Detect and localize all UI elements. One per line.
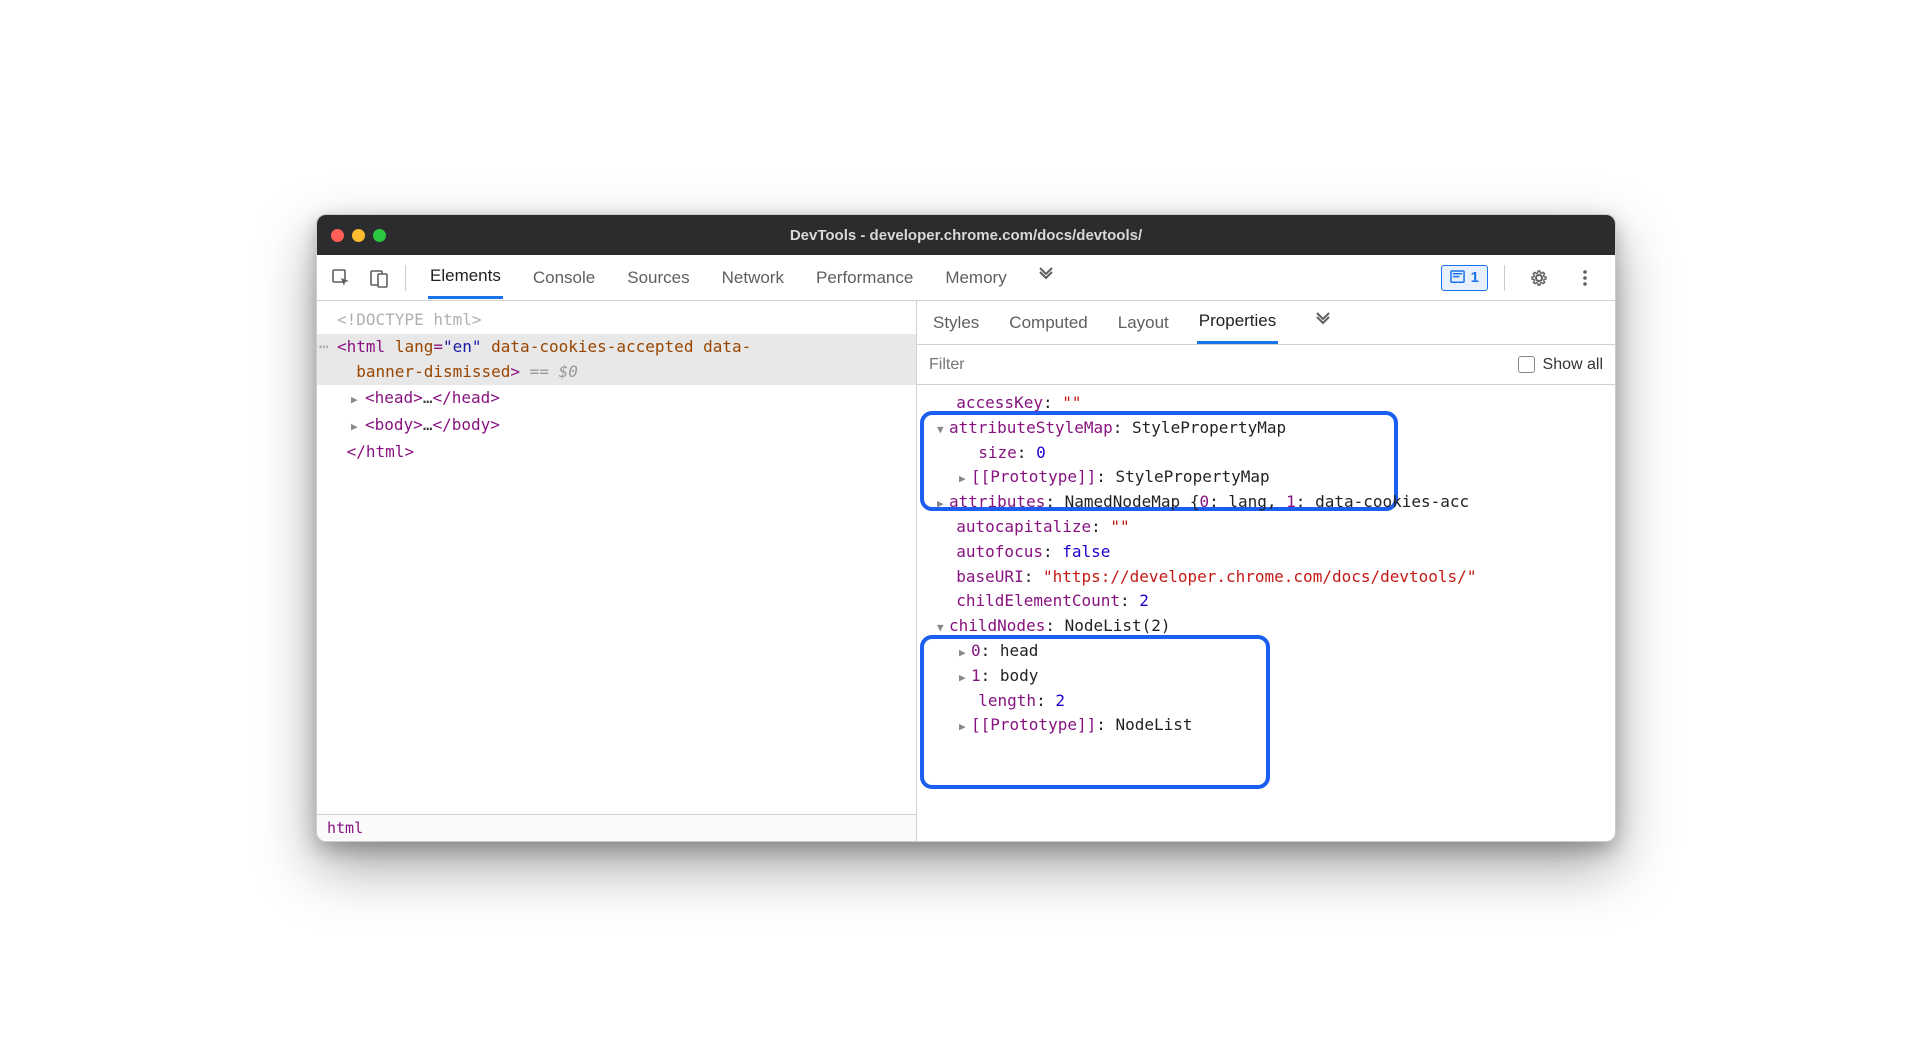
- prop-row[interactable]: ▶[[Prototype]]: StylePropertyMap: [919, 465, 1613, 490]
- toolbar-divider: [1504, 265, 1505, 291]
- filter-row: Show all: [917, 345, 1615, 385]
- prop-row[interactable]: ▶1: body: [919, 664, 1613, 689]
- titlebar: DevTools - developer.chrome.com/docs/dev…: [317, 215, 1615, 255]
- prop-row[interactable]: ▼attributeStyleMap: StylePropertyMap: [919, 416, 1613, 441]
- tab-performance[interactable]: Performance: [814, 258, 915, 298]
- prop-row[interactable]: ▶0: head: [919, 639, 1613, 664]
- more-menu-icon[interactable]: [1567, 260, 1603, 296]
- main-tabs: Elements Console Sources Network Perform…: [414, 256, 1439, 299]
- close-icon[interactable]: [331, 229, 344, 242]
- tab-styles[interactable]: Styles: [931, 303, 981, 343]
- elements-panel: <!DOCTYPE html> ⋯<html lang="en" data-co…: [317, 301, 917, 841]
- sidebar-panel: Styles Computed Layout Properties Show a…: [917, 301, 1615, 841]
- filter-input[interactable]: [929, 356, 1129, 374]
- issues-badge[interactable]: 1: [1441, 265, 1488, 291]
- dom-tree[interactable]: <!DOCTYPE html> ⋯<html lang="en" data-co…: [317, 301, 916, 814]
- dom-html-open[interactable]: ⋯<html lang="en" data-cookies-accepted d…: [317, 334, 916, 386]
- properties-list[interactable]: accessKey: "" ▼attributeStyleMap: StyleP…: [917, 385, 1615, 841]
- tab-elements[interactable]: Elements: [428, 256, 503, 299]
- toolbar-right: 1: [1441, 260, 1609, 296]
- device-toggle-icon[interactable]: [361, 260, 397, 296]
- more-subtabs-icon[interactable]: [1314, 311, 1332, 334]
- dom-body[interactable]: ▶<body>…</body>: [317, 412, 916, 439]
- show-all-checkbox[interactable]: [1518, 356, 1535, 373]
- show-all-label: Show all: [1543, 356, 1603, 374]
- tab-console[interactable]: Console: [531, 258, 597, 298]
- tab-properties[interactable]: Properties: [1197, 301, 1278, 344]
- minimize-icon[interactable]: [352, 229, 365, 242]
- prop-row[interactable]: ▶[[Prototype]]: NodeList: [919, 713, 1613, 738]
- maximize-icon[interactable]: [373, 229, 386, 242]
- tab-sources[interactable]: Sources: [625, 258, 691, 298]
- breadcrumb[interactable]: html: [317, 814, 916, 841]
- prop-row[interactable]: childElementCount: 2: [919, 589, 1613, 614]
- prop-row[interactable]: baseURI: "https://developer.chrome.com/d…: [919, 565, 1613, 590]
- devtools-window: DevTools - developer.chrome.com/docs/dev…: [316, 214, 1616, 842]
- sidebar-tabs: Styles Computed Layout Properties: [917, 301, 1615, 345]
- window-title: DevTools - developer.chrome.com/docs/dev…: [317, 227, 1615, 244]
- dom-head[interactable]: ▶<head>…</head>: [317, 385, 916, 412]
- window-controls: [331, 229, 386, 242]
- issues-count: 1: [1471, 269, 1479, 286]
- show-all-toggle[interactable]: Show all: [1518, 356, 1603, 374]
- prop-row[interactable]: accessKey: "": [919, 391, 1613, 416]
- prop-row[interactable]: autocapitalize: "": [919, 515, 1613, 540]
- dom-html-close[interactable]: </html>: [317, 439, 916, 466]
- main-toolbar: Elements Console Sources Network Perform…: [317, 255, 1615, 301]
- more-tabs-icon[interactable]: [1037, 266, 1055, 289]
- inspect-icon[interactable]: [323, 260, 359, 296]
- dom-doctype[interactable]: <!DOCTYPE html>: [317, 307, 916, 334]
- tab-memory[interactable]: Memory: [943, 258, 1008, 298]
- prop-row[interactable]: size: 0: [919, 441, 1613, 466]
- toolbar-divider: [405, 265, 406, 291]
- tab-computed[interactable]: Computed: [1007, 303, 1089, 343]
- tab-layout[interactable]: Layout: [1116, 303, 1171, 343]
- settings-icon[interactable]: [1521, 260, 1557, 296]
- prop-row[interactable]: autofocus: false: [919, 540, 1613, 565]
- content-area: <!DOCTYPE html> ⋯<html lang="en" data-co…: [317, 301, 1615, 841]
- prop-row[interactable]: ▼childNodes: NodeList(2): [919, 614, 1613, 639]
- prop-row[interactable]: length: 2: [919, 689, 1613, 714]
- prop-row[interactable]: ▶attributes: NamedNodeMap {0: lang, 1: d…: [919, 490, 1613, 515]
- tab-network[interactable]: Network: [720, 258, 786, 298]
